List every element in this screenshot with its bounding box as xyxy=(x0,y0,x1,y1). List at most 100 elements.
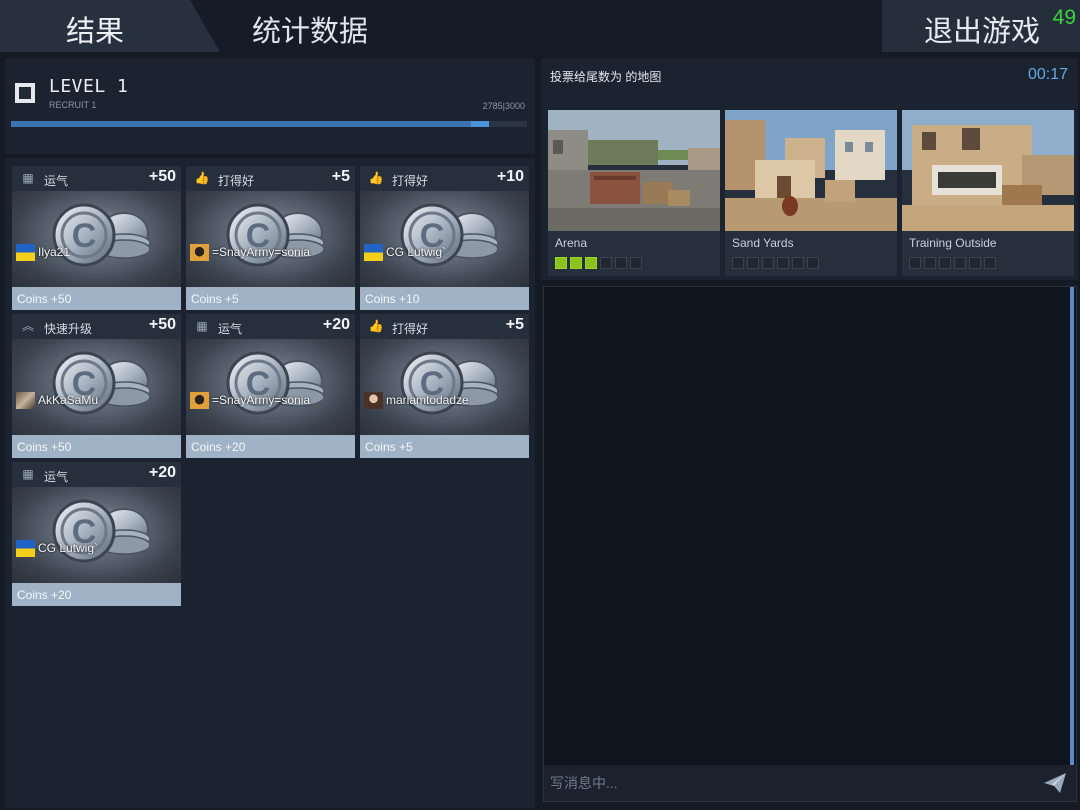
tab-results[interactable]: 结果 xyxy=(0,0,220,52)
vote-slot xyxy=(969,257,981,269)
player-avatar xyxy=(16,243,35,261)
chat-panel xyxy=(543,286,1077,802)
vote-slot xyxy=(909,257,921,269)
level-title: LEVEL 1 xyxy=(49,76,129,97)
vote-slot xyxy=(747,257,759,269)
reward-player: Ilya21 xyxy=(16,243,70,261)
reward-coins-footer: Coins +5 xyxy=(360,435,529,458)
player-avatar xyxy=(16,391,35,409)
player-avatar xyxy=(364,243,383,261)
exit-game-button[interactable]: 退出游戏 49 xyxy=(882,0,1080,52)
reward-bonus: +5 xyxy=(331,168,350,185)
coin-stack-icon: C xyxy=(52,351,151,415)
coins-artwork: C xyxy=(12,487,181,583)
reward-coins-label: Coins +50 xyxy=(17,292,72,306)
reward-bonus: +10 xyxy=(496,168,524,185)
xp-progress-fill xyxy=(11,121,483,127)
top-bar: 结果 统计数据 退出游戏 49 xyxy=(0,0,1080,52)
reward-coins-footer: Coins +50 xyxy=(12,435,181,458)
reward-bonus: +5 xyxy=(505,316,524,333)
chat-scrollbar[interactable] xyxy=(1070,287,1074,765)
player-avatar xyxy=(190,391,209,409)
vote-slot xyxy=(732,257,744,269)
vote-slot xyxy=(777,257,789,269)
vote-slot xyxy=(954,257,966,269)
reward-card-header: ▦ 运气 +20 xyxy=(186,314,355,339)
coin-stack-icon: C xyxy=(226,203,325,267)
rank-emblem-icon xyxy=(15,83,35,103)
map-thumbnail-training-outside xyxy=(902,110,1074,231)
player-name: CG Lutwig` xyxy=(386,245,447,259)
chat-message-input[interactable] xyxy=(550,771,1020,795)
reward-card: 👍 打得好 +5 xyxy=(360,314,529,458)
reward-card: ▦ 运气 +20 xyxy=(12,462,181,606)
chat-input-bar xyxy=(544,765,1076,801)
reward-coins-footer: Coins +50 xyxy=(12,287,181,310)
vote-slot xyxy=(585,257,597,269)
player-name: =SnayArmy=sonia xyxy=(212,245,311,259)
reward-card-header: ▦ 运气 +20 xyxy=(12,462,181,487)
vote-count-sand-yards xyxy=(732,257,822,269)
tab-statistics[interactable]: 统计数据 xyxy=(220,0,420,52)
vote-slot xyxy=(600,257,612,269)
reward-reason: 快速升级 xyxy=(44,322,93,336)
coin-stack-icon: C xyxy=(52,203,151,267)
coins-artwork: C xyxy=(186,339,355,435)
map-name-training-outside: Training Outside xyxy=(909,236,997,250)
xp-progress-bar xyxy=(11,121,527,127)
vote-timer: 00:17 xyxy=(1027,66,1068,83)
reward-card-header: 👍 打得好 +5 xyxy=(360,314,529,339)
reward-player: mariamtodadze xyxy=(364,391,469,409)
coin-stack-icon: C xyxy=(52,499,151,563)
map-name-sand-yards: Sand Yards xyxy=(732,236,794,250)
map-card-training-outside[interactable]: Training Outside xyxy=(902,110,1074,276)
reward-coins-footer: Coins +5 xyxy=(186,287,355,310)
reward-coins-label: Coins +20 xyxy=(191,440,246,454)
map-card-arena[interactable]: Arena xyxy=(548,110,720,276)
rewards-panel: ▦ 运气 +50 C Ilya21 Coins +50 👍 打得好 +5 C =… xyxy=(5,158,535,808)
thumbs-up-icon: 👍 xyxy=(368,171,384,185)
player-name: =SnayArmy=sonia xyxy=(212,393,311,407)
coin-stack-icon: C xyxy=(400,351,499,415)
player-name: Ilya21 xyxy=(38,245,71,259)
reward-player: =SnayArmy=sonia xyxy=(190,243,310,261)
tab-results-label: 结果 xyxy=(66,14,125,48)
map-vote-panel: 投票给尾数为 的地图 00:17 Arena Sand Yards Traini… xyxy=(541,58,1078,280)
coins-artwork: C xyxy=(12,339,181,435)
reward-reason: 打得好 xyxy=(392,174,429,188)
reward-card: ︽ 快速升级 +50 C AkKaSaMu Coins +50 xyxy=(12,314,181,458)
tab-statistics-label: 统计数据 xyxy=(252,14,369,48)
reward-coins-label: Coins +5 xyxy=(365,440,413,454)
reward-card: ▦ 运气 +20 xyxy=(186,314,355,458)
coins-artwork: C xyxy=(360,191,529,287)
reward-coins-footer: Coins +20 xyxy=(186,435,355,458)
reward-card-header: 👍 打得好 +5 xyxy=(186,166,355,191)
reward-reason: 运气 xyxy=(218,322,243,336)
reward-player: CG Lutwig` xyxy=(16,539,98,557)
svg-text:C: C xyxy=(72,217,97,255)
reward-bonus: +20 xyxy=(322,316,350,333)
reward-coins-footer: Coins +20 xyxy=(12,583,181,606)
map-card-sand-yards[interactable]: Sand Yards xyxy=(725,110,897,276)
reward-coins-label: Coins +50 xyxy=(17,440,72,454)
reward-reason: 运气 xyxy=(44,174,69,188)
vote-slot xyxy=(570,257,582,269)
luck-icon: ▦ xyxy=(22,467,34,481)
reward-player: AkKaSaMu xyxy=(16,391,98,409)
reward-coins-label: Coins +10 xyxy=(365,292,420,306)
player-name: AkKaSaMu xyxy=(38,393,99,407)
vote-slot xyxy=(924,257,936,269)
player-avatar xyxy=(364,391,383,409)
level-panel: LEVEL 1 RECRUIT 1 2785|3000 xyxy=(5,58,535,154)
reward-reason: 运气 xyxy=(44,470,69,484)
reward-bonus: +20 xyxy=(148,464,176,481)
luck-icon: ▦ xyxy=(22,171,34,185)
reward-card-header: 👍 打得好 +10 xyxy=(360,166,529,191)
map-thumbnail-sand-yards xyxy=(725,110,897,231)
vote-slot xyxy=(555,257,567,269)
reward-player: =SnayArmy=sonia xyxy=(190,391,310,409)
exit-game-label: 退出游戏 xyxy=(924,14,1041,48)
reward-reason: 打得好 xyxy=(392,322,429,336)
send-message-button[interactable] xyxy=(1042,771,1068,795)
vote-count-training-outside xyxy=(909,257,999,269)
